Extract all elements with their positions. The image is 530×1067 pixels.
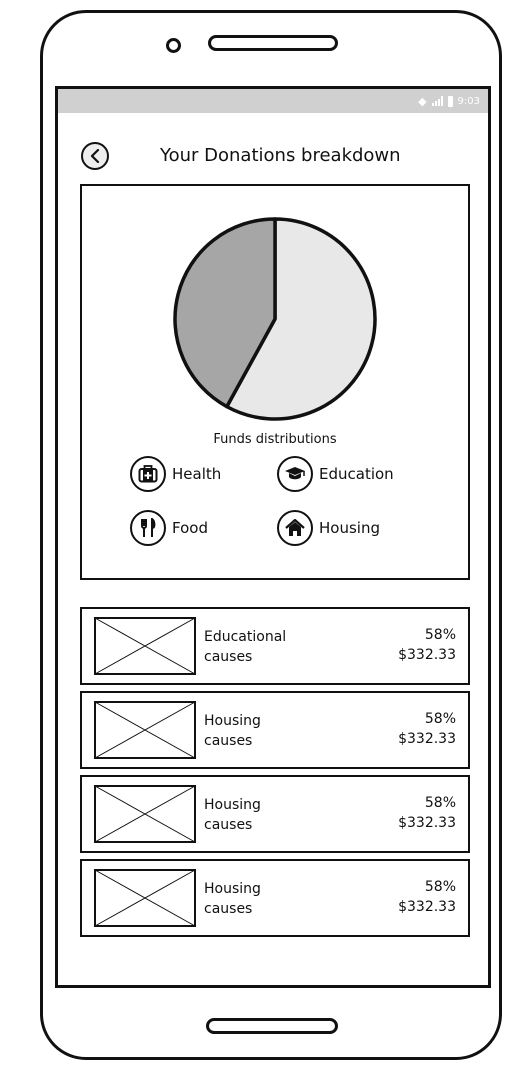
cause-name: Housing causes bbox=[204, 713, 261, 749]
battery-icon bbox=[447, 95, 453, 107]
graduation-cap-icon bbox=[277, 456, 313, 492]
legend-item-food[interactable]: Food bbox=[130, 510, 208, 546]
wifi-icon: ◆ bbox=[418, 94, 427, 108]
status-time: 9:03 bbox=[457, 95, 480, 107]
cause-percent: 58% bbox=[424, 711, 456, 727]
chevron-left-icon bbox=[90, 149, 100, 163]
signal-icon bbox=[431, 96, 443, 106]
list-item[interactable]: Educational causes 58% $332.33 bbox=[80, 607, 470, 685]
home-icon bbox=[277, 510, 313, 546]
legend-label: Food bbox=[172, 519, 208, 537]
cause-percent: 58% bbox=[424, 795, 456, 811]
legend-label: Health bbox=[172, 465, 222, 483]
cause-name: Educational causes bbox=[204, 629, 287, 665]
chart-card: Funds distributions Health Education Foo… bbox=[80, 184, 470, 580]
camera-dot bbox=[166, 38, 181, 53]
cause-name: Housing causes bbox=[204, 797, 261, 833]
cause-percent: 58% bbox=[424, 879, 456, 895]
home-button[interactable] bbox=[206, 1018, 338, 1034]
cause-amount: $332.33 bbox=[398, 647, 456, 663]
legend-item-health[interactable]: Health bbox=[130, 456, 221, 492]
image-placeholder-icon bbox=[94, 617, 196, 675]
status-bar: ◆ 9:03 bbox=[58, 89, 488, 113]
back-button[interactable] bbox=[81, 142, 109, 170]
cause-list: Educational causes 58% $332.33 Housing c… bbox=[80, 607, 470, 943]
legend-item-housing[interactable]: Housing bbox=[277, 510, 380, 546]
speaker-slot bbox=[208, 35, 338, 51]
image-placeholder-icon bbox=[94, 701, 196, 759]
first-aid-kit-icon bbox=[130, 456, 166, 492]
screen: ◆ 9:03 Your Donations breakdown Funds di… bbox=[55, 86, 491, 988]
fork-knife-icon bbox=[130, 510, 166, 546]
image-placeholder-icon bbox=[94, 869, 196, 927]
legend-label: Housing bbox=[319, 519, 380, 537]
list-item[interactable]: Housing causes 58% $332.33 bbox=[80, 691, 470, 769]
chart-label: Funds distributions bbox=[213, 432, 337, 447]
cause-name: Housing causes bbox=[204, 881, 261, 917]
pie-chart bbox=[173, 217, 377, 421]
legend-label: Education bbox=[319, 465, 394, 483]
cause-percent: 58% bbox=[424, 627, 456, 643]
image-placeholder-icon bbox=[94, 785, 196, 843]
cause-amount: $332.33 bbox=[398, 899, 456, 915]
cause-amount: $332.33 bbox=[398, 815, 456, 831]
cause-amount: $332.33 bbox=[398, 731, 456, 747]
list-item[interactable]: Housing causes 58% $332.33 bbox=[80, 775, 470, 853]
legend-item-education[interactable]: Education bbox=[277, 456, 394, 492]
list-item[interactable]: Housing causes 58% $332.33 bbox=[80, 859, 470, 937]
page-title: Your Donations breakdown bbox=[160, 145, 401, 166]
